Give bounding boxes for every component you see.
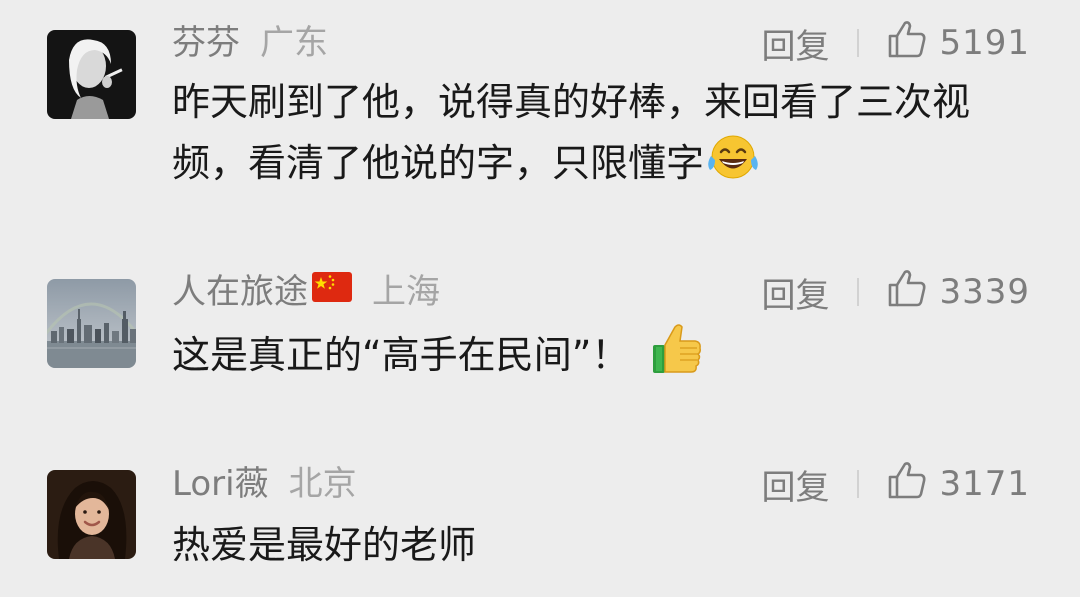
- divider: [857, 29, 860, 57]
- author-line: Lori薇 北京: [172, 462, 357, 506]
- author-line: 芬芬 广东: [172, 21, 328, 65]
- like-count: 5191: [939, 23, 1030, 63]
- comment-body: 这是真正的“高手在民间”！: [172, 333, 630, 377]
- laughing-tears-emoji-icon: [706, 132, 760, 199]
- author-location: 上海: [372, 272, 440, 312]
- thumbs-up-icon[interactable]: [887, 20, 927, 67]
- comment-actions: 回复 3339: [761, 268, 1030, 317]
- avatar[interactable]: [47, 30, 136, 119]
- divider: [857, 470, 860, 498]
- comment-text: 昨天刷到了他，说得真的好棒，来回看了三次视频，看清了他说的字，只限懂字: [172, 72, 1022, 199]
- author-location: 广东: [260, 23, 328, 63]
- comment-text: 这是真正的“高手在民间”！: [172, 323, 1022, 392]
- thumbs-up-emoji-icon: [651, 323, 703, 392]
- comment-body: 昨天刷到了他，说得真的好棒，来回看了三次视频，看清了他说的字，只限懂字: [172, 80, 971, 185]
- comment-body: 热爱是最好的老师: [172, 523, 477, 567]
- avatar[interactable]: [47, 470, 136, 559]
- thumbs-up-icon[interactable]: [887, 269, 927, 316]
- comment-actions: 回复 3171: [761, 460, 1030, 509]
- author-name[interactable]: 芬芬: [172, 23, 240, 63]
- divider: [857, 278, 860, 306]
- author-location: 北京: [288, 464, 357, 504]
- avatar[interactable]: [47, 279, 136, 368]
- comment-text: 热爱是最好的老师: [172, 515, 1022, 575]
- author-line: 人在旅途 上海: [172, 270, 440, 314]
- china-flag-icon: [312, 269, 352, 313]
- thumbs-up-icon[interactable]: [887, 461, 927, 508]
- like-count: 3339: [939, 272, 1030, 312]
- author-name[interactable]: Lori薇: [172, 464, 269, 504]
- reply-button[interactable]: 回复: [761, 19, 829, 68]
- reply-button[interactable]: 回复: [761, 268, 829, 317]
- like-count: 3171: [939, 464, 1030, 504]
- comment-actions: 回复 5191: [761, 19, 1030, 68]
- reply-button[interactable]: 回复: [761, 460, 829, 509]
- author-name[interactable]: 人在旅途: [172, 272, 308, 312]
